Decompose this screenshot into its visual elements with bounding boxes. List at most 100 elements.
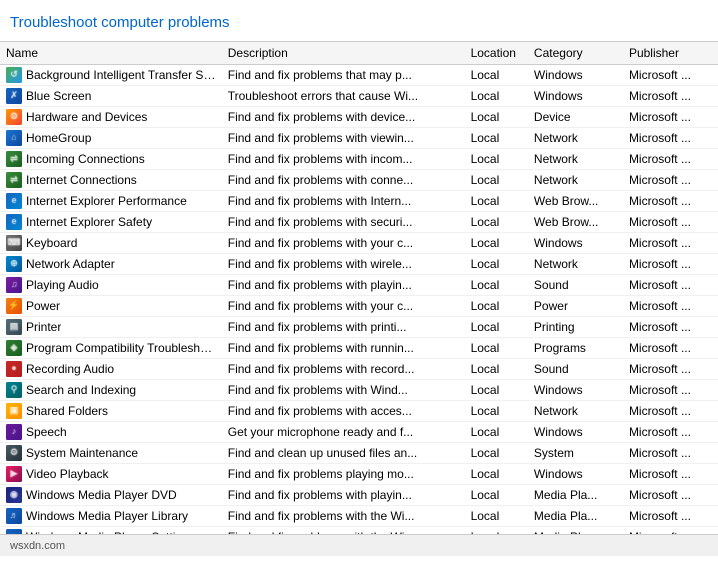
description-cell: Find and fix problems with conne... bbox=[222, 170, 465, 191]
location-cell: Local bbox=[465, 464, 528, 485]
table-row[interactable]: Video PlaybackFind and fix problems play… bbox=[0, 464, 718, 485]
description-cell: Find and fix problems with Wind... bbox=[222, 380, 465, 401]
table-row[interactable]: SpeechGet your microphone ready and f...… bbox=[0, 422, 718, 443]
category-cell: Power bbox=[528, 296, 623, 317]
page-title: Troubleshoot computer problems bbox=[0, 10, 718, 41]
category-cell: Media Pla... bbox=[528, 506, 623, 527]
table-row[interactable]: Playing AudioFind and fix problems with … bbox=[0, 275, 718, 296]
description-cell: Find and fix problems with device... bbox=[222, 107, 465, 128]
table-row[interactable]: Printer Find and fix problems with printi… bbox=[0, 317, 718, 338]
location-cell: Local bbox=[465, 170, 528, 191]
publisher-cell: Microsoft ... bbox=[623, 317, 718, 338]
description-cell: Find and fix problems with printi... bbox=[222, 317, 465, 338]
table-row[interactable]: Program Compatibility TroubleshooterFind… bbox=[0, 338, 718, 359]
category-cell: Windows bbox=[528, 422, 623, 443]
publisher-cell: Microsoft ... bbox=[623, 233, 718, 254]
table-row[interactable]: Internet Explorer PerformanceFind and fi… bbox=[0, 191, 718, 212]
main-container: Troubleshoot computer problems Name Desc… bbox=[0, 0, 718, 566]
col-description[interactable]: Description bbox=[222, 42, 465, 65]
table-row[interactable]: System MaintenanceFind and clean up unus… bbox=[0, 443, 718, 464]
app-icon bbox=[6, 214, 22, 230]
category-cell: Media Pla... bbox=[528, 485, 623, 506]
table-row[interactable]: Blue ScreenTroubleshoot errors that caus… bbox=[0, 86, 718, 107]
item-name: Incoming Connections bbox=[26, 152, 145, 166]
category-cell: Sound bbox=[528, 275, 623, 296]
name-cell: Hardware and Devices bbox=[0, 107, 222, 128]
publisher-cell: Microsoft ... bbox=[623, 338, 718, 359]
name-cell: Network Adapter bbox=[0, 254, 222, 275]
table-row[interactable]: Shared FoldersFind and fix problems with… bbox=[0, 401, 718, 422]
publisher-cell: Microsoft ... bbox=[623, 485, 718, 506]
item-name: Printer bbox=[26, 320, 61, 334]
table-row[interactable]: Background Intelligent Transfer ServiceF… bbox=[0, 65, 718, 86]
app-icon bbox=[6, 277, 22, 293]
col-category[interactable]: Category bbox=[528, 42, 623, 65]
location-cell: Local bbox=[465, 422, 528, 443]
item-name: Internet Explorer Safety bbox=[26, 215, 152, 229]
name-cell: Keyboard bbox=[0, 233, 222, 254]
item-name: HomeGroup bbox=[26, 131, 91, 145]
location-cell: Local bbox=[465, 275, 528, 296]
category-cell: Windows bbox=[528, 380, 623, 401]
location-cell: Local bbox=[465, 296, 528, 317]
table-row[interactable]: PowerFind and fix problems with your c..… bbox=[0, 296, 718, 317]
category-cell: Web Brow... bbox=[528, 191, 623, 212]
description-cell: Find and fix problems with acces... bbox=[222, 401, 465, 422]
app-icon bbox=[6, 130, 22, 146]
location-cell: Local bbox=[465, 527, 528, 535]
name-cell: System Maintenance bbox=[0, 443, 222, 464]
table-wrapper[interactable]: Name Description Location Category Publi… bbox=[0, 41, 718, 534]
table-row[interactable]: Search and IndexingFind and fix problems… bbox=[0, 380, 718, 401]
table-row[interactable]: HomeGroupFind and fix problems with view… bbox=[0, 128, 718, 149]
name-cell: Background Intelligent Transfer Service bbox=[0, 65, 222, 86]
name-cell: Internet Explorer Safety bbox=[0, 212, 222, 233]
col-publisher[interactable]: Publisher bbox=[623, 42, 718, 65]
publisher-cell: Microsoft ... bbox=[623, 380, 718, 401]
category-cell: Printing bbox=[528, 317, 623, 338]
app-icon bbox=[6, 67, 22, 83]
item-name: Windows Media Player DVD bbox=[26, 488, 177, 502]
description-cell: Get your microphone ready and f... bbox=[222, 422, 465, 443]
app-icon bbox=[6, 466, 22, 482]
table-row[interactable]: Incoming Connections Find and fix problem… bbox=[0, 149, 718, 170]
table-row[interactable]: Internet Explorer Safety Find and fix pro… bbox=[0, 212, 718, 233]
table-row[interactable]: Windows Media Player LibraryFind and fix… bbox=[0, 506, 718, 527]
app-icon bbox=[6, 88, 22, 104]
description-cell: Find and fix problems with incom... bbox=[222, 149, 465, 170]
location-cell: Local bbox=[465, 212, 528, 233]
name-cell: HomeGroup bbox=[0, 128, 222, 149]
description-cell: Find and fix problems with playin... bbox=[222, 275, 465, 296]
description-cell: Find and fix problems with record... bbox=[222, 359, 465, 380]
description-cell: Find and fix problems with securi... bbox=[222, 212, 465, 233]
table-row[interactable]: Internet ConnectionsFind and fix problem… bbox=[0, 170, 718, 191]
category-cell: Windows bbox=[528, 86, 623, 107]
category-cell: Web Brow... bbox=[528, 212, 623, 233]
app-icon bbox=[6, 445, 22, 461]
category-cell: Device bbox=[528, 107, 623, 128]
table-row[interactable]: KeyboardFind and fix problems with your … bbox=[0, 233, 718, 254]
description-cell: Find and fix problems playing mo... bbox=[222, 464, 465, 485]
name-cell: Printer bbox=[0, 317, 222, 338]
publisher-cell: Microsoft ... bbox=[623, 65, 718, 86]
table-row[interactable]: Windows Media Player SettingsFind and fi… bbox=[0, 527, 718, 535]
troubleshooter-table: Name Description Location Category Publi… bbox=[0, 42, 718, 534]
col-location[interactable]: Location bbox=[465, 42, 528, 65]
app-icon bbox=[6, 382, 22, 398]
table-row[interactable]: Recording AudioFind and fix problems wit… bbox=[0, 359, 718, 380]
table-body: Background Intelligent Transfer ServiceF… bbox=[0, 65, 718, 535]
description-cell: Find and fix problems with the Wi... bbox=[222, 527, 465, 535]
category-cell: Windows bbox=[528, 464, 623, 485]
table-row[interactable]: Windows Media Player DVDFind and fix pro… bbox=[0, 485, 718, 506]
name-cell: Shared Folders bbox=[0, 401, 222, 422]
description-cell: Find and fix problems with runnin... bbox=[222, 338, 465, 359]
category-cell: Network bbox=[528, 149, 623, 170]
location-cell: Local bbox=[465, 380, 528, 401]
col-name[interactable]: Name bbox=[0, 42, 222, 65]
publisher-cell: Microsoft ... bbox=[623, 401, 718, 422]
app-icon bbox=[6, 256, 22, 272]
table-row[interactable]: Hardware and DevicesFind and fix problem… bbox=[0, 107, 718, 128]
publisher-cell: Microsoft ... bbox=[623, 212, 718, 233]
table-row[interactable]: Network AdapterFind and fix problems wit… bbox=[0, 254, 718, 275]
location-cell: Local bbox=[465, 359, 528, 380]
item-name: Windows Media Player Library bbox=[26, 509, 188, 523]
